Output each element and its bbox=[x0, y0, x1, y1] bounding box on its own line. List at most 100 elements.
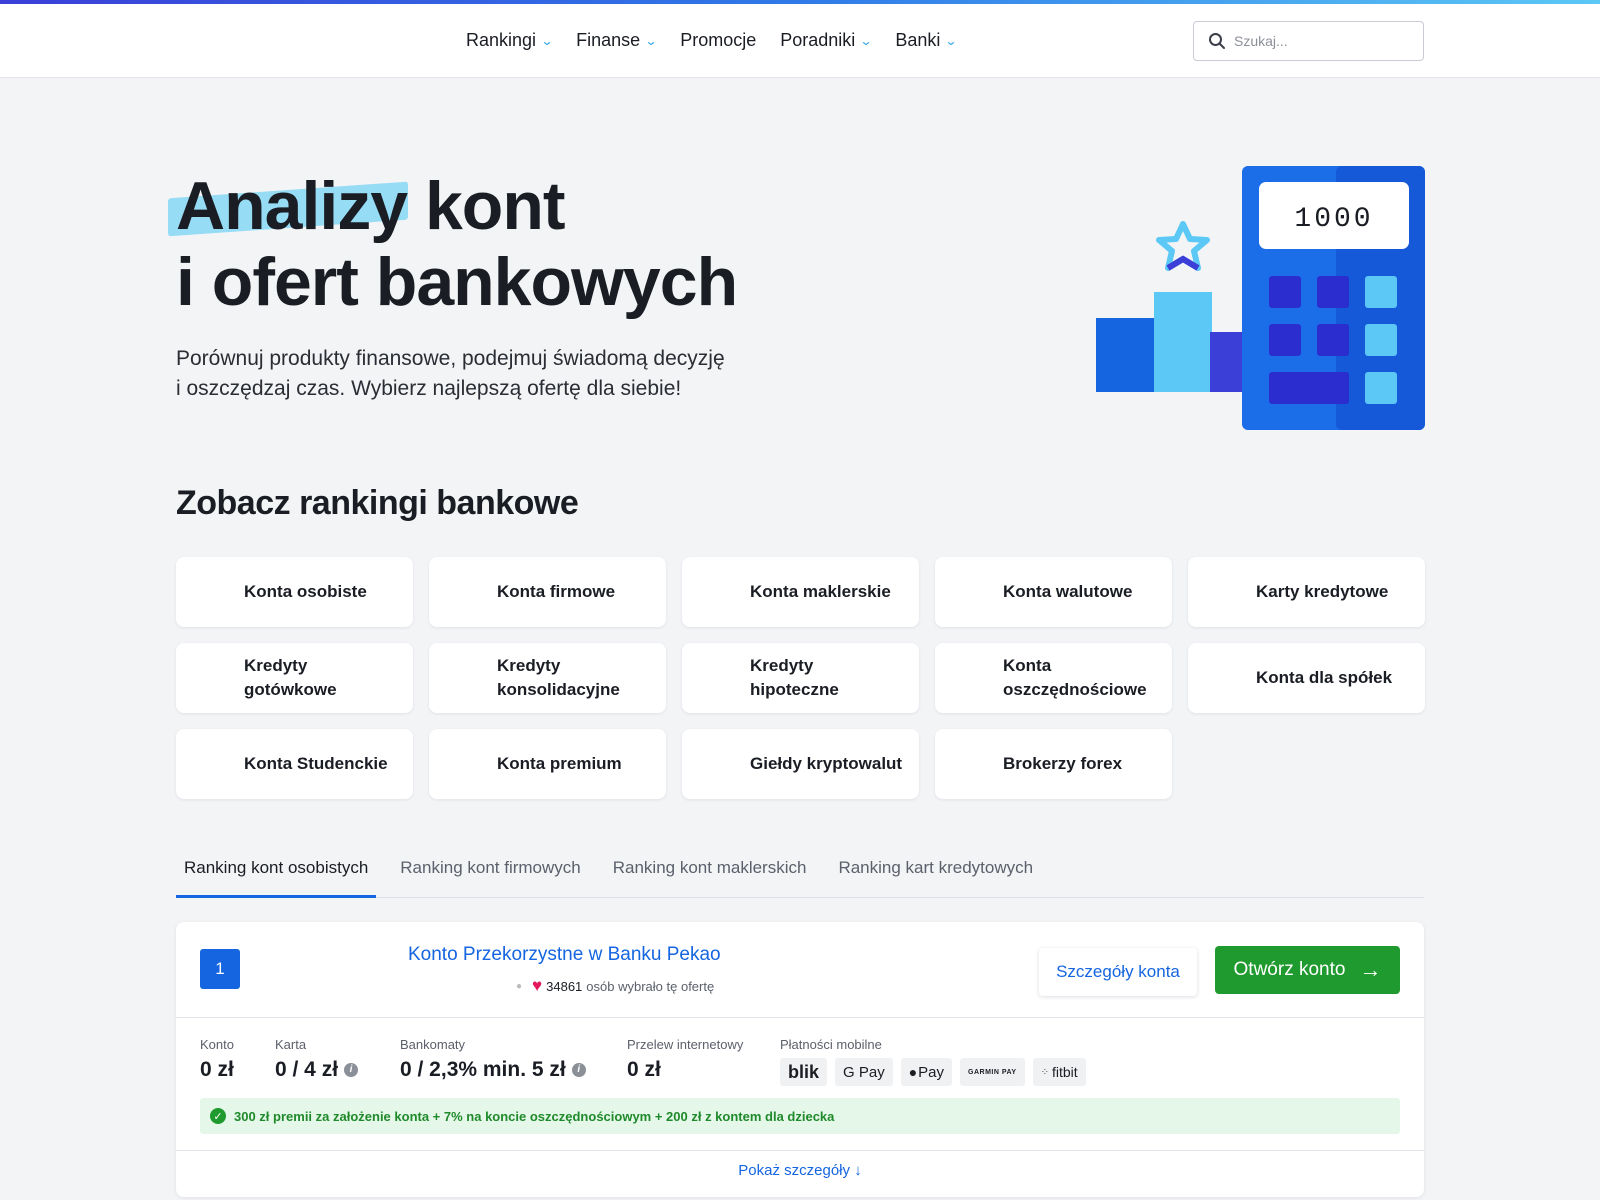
hero-subtitle-line2: i oszczędzaj czas. Wybierz najlepszą ofe… bbox=[176, 377, 682, 400]
nav-item-banki[interactable]: Banki ⌄ bbox=[895, 30, 958, 51]
hero-title-line2: i ofert bankowych bbox=[176, 244, 738, 320]
calculator-keys-light bbox=[1365, 276, 1397, 404]
ranking-tile[interactable]: Konta premium bbox=[429, 729, 666, 799]
chevron-down-icon: ⌄ bbox=[644, 33, 658, 48]
offer-card: 1 Konto Przekorzystne w Banku Pekao ● ♥ … bbox=[176, 922, 1424, 1197]
likes-text: osób wybrało tę ofertę bbox=[586, 978, 715, 994]
site-header: Rankingi ⌄ Finanse ⌄ Promocje Poradniki ⌄ B… bbox=[0, 4, 1600, 78]
stat-bankomaty: Bankomaty 0 / 2,3% min. 5 zł i bbox=[400, 1037, 586, 1082]
stat-value-text: 0 zł bbox=[200, 1058, 234, 1081]
main-nav: Rankingi ⌄ Finanse ⌄ Promocje Poradniki ⌄ B… bbox=[466, 30, 980, 51]
apple-pay-text: Pay bbox=[918, 1063, 945, 1081]
stat-value: 0 zł bbox=[200, 1058, 234, 1082]
stat-label: Bankomaty bbox=[400, 1037, 466, 1052]
rankings-grid: Konta osobiste Konta firmowe Konta makle… bbox=[176, 557, 1425, 799]
hero-title: Analizy kont i ofert bankowych bbox=[176, 168, 738, 320]
ranking-tile[interactable]: Kredyty hipoteczne bbox=[682, 643, 919, 713]
nav-label: Poradniki bbox=[780, 30, 856, 50]
ranking-tile[interactable]: Konta oszczędnościowe bbox=[935, 643, 1172, 713]
payment-methods: blik G Pay ● Pay GARMIN PAY ⁘ fitbit bbox=[780, 1058, 1086, 1086]
open-account-label: Otwórz konto bbox=[1233, 959, 1346, 980]
tab-konta-firmowe[interactable]: Ranking kont firmowych bbox=[392, 838, 588, 898]
promo-text: 300 zł premii za założenie konta + 7% na… bbox=[234, 1108, 835, 1124]
tab-konta-osobiste[interactable]: Ranking kont osobistych bbox=[176, 838, 377, 898]
stat-value-text: 0 zł bbox=[627, 1058, 661, 1081]
chevron-down-icon: ⌄ bbox=[540, 33, 554, 48]
stat-label: Konto bbox=[200, 1037, 234, 1052]
tab-karty-kredytowe[interactable]: Ranking kart kredytowych bbox=[830, 838, 1041, 898]
chevron-down-icon: ⌄ bbox=[859, 33, 873, 48]
ranking-tile[interactable]: Konta dla spółek bbox=[1188, 643, 1425, 713]
nav-label: Rankingi bbox=[466, 30, 537, 50]
stat-value-text: 0 / 4 zł bbox=[275, 1058, 339, 1081]
fitbit-dots-icon: ⁘ bbox=[1040, 1066, 1049, 1078]
stat-value: 0 / 4 zł i bbox=[275, 1058, 359, 1082]
fitbit-logo: ⁘ fitbit bbox=[1032, 1058, 1086, 1086]
offer-likes: ● ♥ 34861 osób wybrało tę ofertę bbox=[516, 976, 714, 996]
ranking-tile[interactable]: Konta walutowe bbox=[935, 557, 1172, 627]
nav-label: Banki bbox=[895, 30, 941, 50]
hero-subtitle-line1: Porównuj produkty finansowe, podejmuj św… bbox=[176, 347, 725, 370]
ranking-tile[interactable]: Brokerzy forex bbox=[935, 729, 1172, 799]
stat-karta: Karta 0 / 4 zł i bbox=[275, 1037, 359, 1082]
calculator-display-value: 1000 bbox=[1294, 204, 1373, 235]
ranking-tile[interactable]: Konta maklerskie bbox=[682, 557, 919, 627]
info-icon[interactable]: i bbox=[344, 1063, 359, 1077]
nav-label: Finanse bbox=[576, 30, 641, 50]
open-account-button[interactable]: Otwórz konto → bbox=[1215, 946, 1400, 994]
promo-banner: ✓ 300 zł premii za założenie konta + 7% … bbox=[200, 1098, 1400, 1134]
stat-label: Karta bbox=[275, 1037, 307, 1052]
ranking-tile[interactable]: Kredyty konsolidacyjne bbox=[429, 643, 666, 713]
divider bbox=[176, 1150, 1424, 1151]
tab-konta-maklerskie[interactable]: Ranking kont maklerskich bbox=[605, 838, 815, 898]
search-icon bbox=[1209, 33, 1225, 49]
show-details-label: Pokaż szczegóły bbox=[738, 1162, 851, 1179]
arrow-right-icon: → bbox=[1359, 957, 1382, 982]
stat-przelew: Przelew internetowy 0 zł bbox=[627, 1037, 743, 1082]
heart-icon: ♥ bbox=[532, 976, 543, 995]
hero-title-rest: kont bbox=[407, 168, 566, 244]
ranking-tile[interactable]: Karty kredytowe bbox=[1188, 557, 1425, 627]
stat-platnosci: Płatności mobilne blik G Pay ● Pay GARMIN… bbox=[780, 1037, 1086, 1086]
info-icon[interactable]: i bbox=[571, 1063, 586, 1077]
search-box[interactable] bbox=[1193, 21, 1424, 61]
bar-shape bbox=[1096, 318, 1156, 392]
hero-subtitle: Porównuj produkty finansowe, podejmuj św… bbox=[176, 344, 776, 404]
arrow-down-icon: ↓ bbox=[854, 1162, 862, 1179]
ranking-tile[interactable]: Konta Studenckie bbox=[176, 729, 413, 799]
nav-item-rankingi[interactable]: Rankingi ⌄ bbox=[466, 30, 554, 51]
fitbit-text: fitbit bbox=[1051, 1064, 1078, 1080]
stat-value-text: 0 / 2,3% min. 5 zł bbox=[400, 1058, 566, 1081]
ranking-tile[interactable]: Kredyty gotówkowe bbox=[176, 643, 413, 713]
rank-badge: 1 bbox=[200, 949, 240, 989]
chevron-down-icon: ⌄ bbox=[944, 33, 958, 48]
garmin-pay-logo: GARMIN PAY bbox=[960, 1058, 1025, 1086]
divider bbox=[176, 1017, 1424, 1018]
rankings-heading: Zobacz rankingi bankowe bbox=[176, 484, 579, 522]
nav-item-poradniki[interactable]: Poradniki ⌄ bbox=[780, 30, 873, 51]
nav-label: Promocje bbox=[680, 30, 757, 50]
nav-item-promocje[interactable]: Promocje bbox=[680, 30, 756, 51]
stat-konto: Konto 0 zł bbox=[200, 1037, 234, 1082]
check-circle-icon: ✓ bbox=[210, 1108, 226, 1124]
nav-item-finanse[interactable]: Finanse ⌄ bbox=[576, 30, 658, 51]
ranking-tile[interactable]: Konta firmowe bbox=[429, 557, 666, 627]
search-input[interactable] bbox=[1234, 33, 1404, 49]
bar-shape bbox=[1154, 292, 1212, 392]
stat-label: Przelew internetowy bbox=[627, 1037, 744, 1052]
account-details-button[interactable]: Szczegóły konta bbox=[1039, 948, 1197, 996]
blik-logo: blik bbox=[780, 1058, 828, 1086]
ranking-tile[interactable]: Giełdy kryptowalut bbox=[682, 729, 919, 799]
offer-name-link[interactable]: Konto Przekorzystne w Banku Pekao bbox=[408, 944, 721, 966]
apple-icon: ● bbox=[908, 1064, 918, 1080]
apple-pay-logo: ● Pay bbox=[900, 1058, 953, 1086]
hero-title-highlight: Analizy bbox=[176, 168, 408, 244]
ranking-tabs: Ranking kont osobistych Ranking kont fir… bbox=[176, 838, 1424, 898]
stat-label: Płatności mobilne bbox=[780, 1037, 882, 1052]
likes-count: 34861 bbox=[546, 978, 583, 994]
stat-value: 0 zł bbox=[627, 1058, 743, 1082]
google-pay-logo: G Pay bbox=[835, 1058, 893, 1086]
ranking-tile[interactable]: Konta osobiste bbox=[176, 557, 413, 627]
stat-value: 0 / 2,3% min. 5 zł i bbox=[400, 1058, 586, 1082]
show-details-link[interactable]: Pokaż szczegóły ↓ bbox=[176, 1162, 1424, 1179]
